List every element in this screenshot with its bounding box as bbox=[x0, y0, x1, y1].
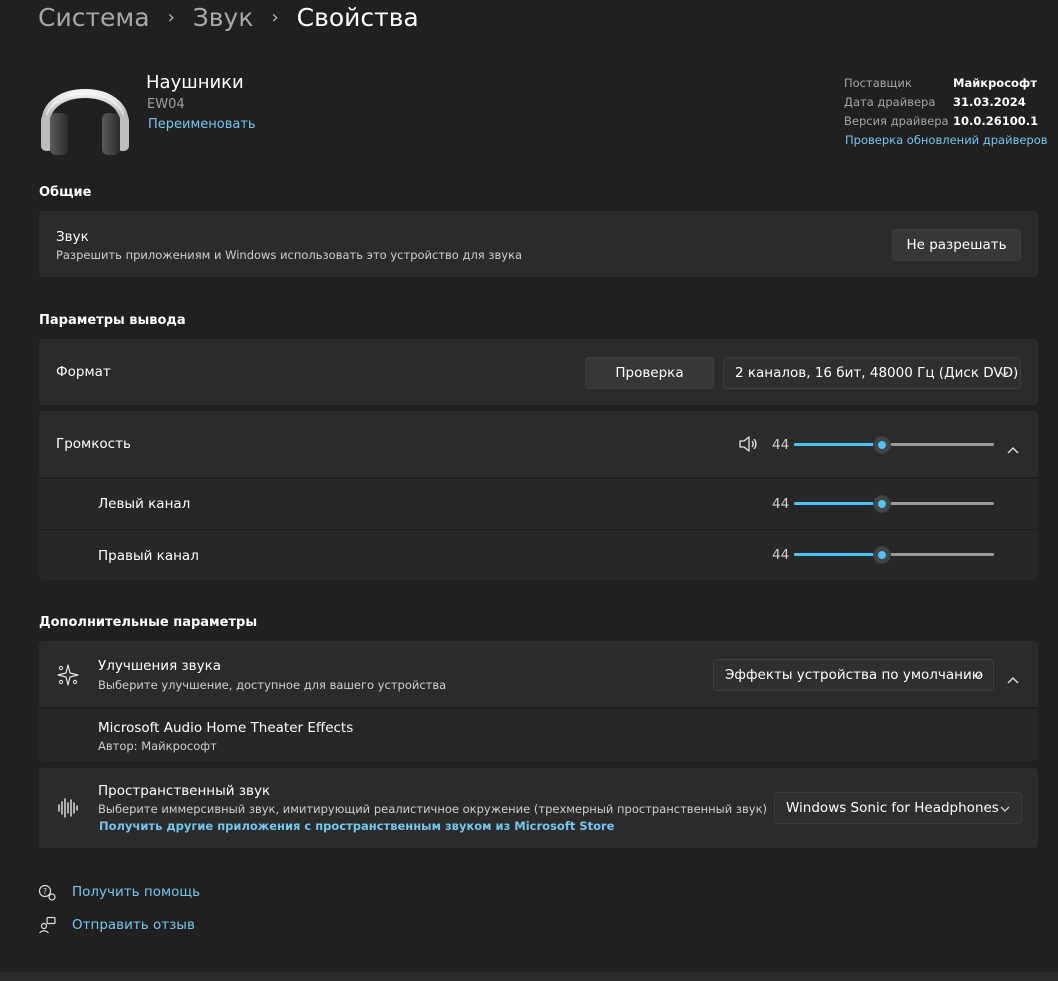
section-general-title: Общие bbox=[39, 185, 92, 200]
effect-title: Microsoft Audio Home Theater Effects bbox=[98, 720, 354, 736]
version-value: 10.0.26100.1 bbox=[953, 114, 1039, 128]
device-name: Наушники bbox=[146, 72, 244, 93]
sparkle-icon bbox=[57, 664, 79, 690]
page-title: Свойства bbox=[296, 2, 419, 32]
section-output-title: Параметры вывода bbox=[39, 313, 186, 328]
chevron-down-icon bbox=[972, 667, 982, 683]
headphones-icon bbox=[38, 63, 132, 159]
spatial-description: Выберите иммерсивный звук, имитирующий р… bbox=[98, 802, 768, 816]
chevron-up-icon[interactable] bbox=[1007, 669, 1019, 688]
breadcrumb-sound[interactable]: Звук bbox=[193, 3, 254, 32]
left-channel-slider[interactable] bbox=[794, 494, 994, 514]
device-model: EW04 bbox=[147, 97, 185, 112]
driver-provider-row: Поставщик Майкрософт bbox=[844, 76, 1037, 90]
volume-value: 44 bbox=[772, 437, 790, 453]
get-help-link[interactable]: Получить помощь bbox=[72, 884, 200, 900]
sound-permission-card: Звук Разрешить приложениям и Windows исп… bbox=[39, 211, 1038, 277]
format-card: Формат Проверка 2 каналов, 16 бит, 48000… bbox=[39, 339, 1038, 405]
slider-fill bbox=[794, 553, 882, 556]
volume-card: Громкость 44 bbox=[39, 411, 1038, 477]
format-select[interactable]: 2 каналов, 16 бит, 48000 Гц (Диск DVD) bbox=[723, 357, 1021, 389]
slider-thumb[interactable] bbox=[873, 495, 891, 513]
breadcrumb-separator-icon: › bbox=[167, 6, 175, 28]
left-channel-row: Левый канал 44 bbox=[39, 479, 1038, 529]
help-icon: ? bbox=[38, 883, 56, 905]
left-channel-label: Левый канал bbox=[98, 496, 191, 512]
effect-row: Microsoft Audio Home Theater Effects Авт… bbox=[39, 709, 1038, 761]
spatial-value: Windows Sonic for Headphones bbox=[786, 800, 999, 816]
slider-thumb[interactable] bbox=[873, 436, 891, 454]
right-channel-label: Правый канал bbox=[98, 548, 199, 564]
disallow-button[interactable]: Не разрешать bbox=[892, 229, 1021, 261]
chevron-down-icon bbox=[999, 365, 1009, 381]
enhancements-card: Улучшения звука Выберите улучшение, дост… bbox=[39, 641, 1038, 707]
speaker-icon[interactable] bbox=[738, 435, 758, 457]
volume-label: Громкость bbox=[56, 436, 131, 452]
sound-title: Звук bbox=[56, 229, 89, 245]
format-value: 2 каналов, 16 бит, 48000 Гц (Диск DVD) bbox=[735, 365, 1019, 381]
sound-description: Разрешить приложениям и Windows использо… bbox=[56, 248, 523, 262]
enhancements-select[interactable]: Эффекты устройства по умолчанию bbox=[713, 659, 994, 691]
enhancements-title: Улучшения звука bbox=[98, 658, 222, 674]
provider-value: Майкрософт bbox=[953, 76, 1037, 90]
provider-label: Поставщик bbox=[844, 76, 912, 90]
left-channel-value: 44 bbox=[772, 496, 790, 512]
spatial-sound-card: Пространственный звук Выберите иммерсивн… bbox=[39, 768, 1038, 848]
breadcrumb-separator-icon: › bbox=[271, 6, 279, 28]
right-channel-value: 44 bbox=[772, 547, 790, 563]
enhancements-description: Выберите улучшение, доступное для вашего… bbox=[98, 678, 447, 692]
effect-author: Автор: Майкрософт bbox=[98, 739, 217, 753]
enhancements-value: Эффекты устройства по умолчанию bbox=[725, 667, 984, 683]
date-label: Дата драйвера bbox=[844, 95, 936, 109]
breadcrumb: Система › Звук › Свойства bbox=[38, 0, 419, 34]
svg-text:?: ? bbox=[43, 887, 47, 896]
chevron-up-icon[interactable] bbox=[1007, 439, 1019, 458]
slider-fill bbox=[794, 502, 882, 505]
breadcrumb-system[interactable]: Система bbox=[38, 3, 150, 32]
test-button[interactable]: Проверка bbox=[585, 357, 714, 389]
volume-slider[interactable] bbox=[794, 435, 994, 455]
version-label: Версия драйвера bbox=[844, 114, 949, 128]
spatial-select[interactable]: Windows Sonic for Headphones bbox=[774, 792, 1022, 824]
send-feedback-link[interactable]: Отправить отзыв bbox=[72, 917, 195, 933]
slider-fill bbox=[794, 443, 882, 446]
date-value: 31.03.2024 bbox=[953, 95, 1026, 109]
store-link[interactable]: Получить другие приложения с пространств… bbox=[99, 819, 614, 833]
right-channel-slider[interactable] bbox=[794, 545, 994, 565]
sound-wave-icon bbox=[57, 798, 79, 822]
driver-date-row: Дата драйвера 31.03.2024 bbox=[844, 95, 1026, 109]
chevron-down-icon bbox=[1000, 800, 1010, 816]
driver-update-link[interactable]: Проверка обновлений драйверов bbox=[845, 133, 1048, 147]
slider-thumb[interactable] bbox=[873, 546, 891, 564]
right-channel-row: Правый канал 44 bbox=[39, 530, 1038, 580]
driver-version-row: Версия драйвера 10.0.26100.1 bbox=[844, 114, 1038, 128]
section-advanced-title: Дополнительные параметры bbox=[39, 615, 258, 630]
format-label: Формат bbox=[56, 364, 111, 380]
spatial-title: Пространственный звук bbox=[98, 783, 271, 799]
taskbar-edge bbox=[0, 972, 1058, 981]
feedback-icon bbox=[38, 916, 56, 938]
rename-link[interactable]: Переименовать bbox=[148, 117, 256, 132]
